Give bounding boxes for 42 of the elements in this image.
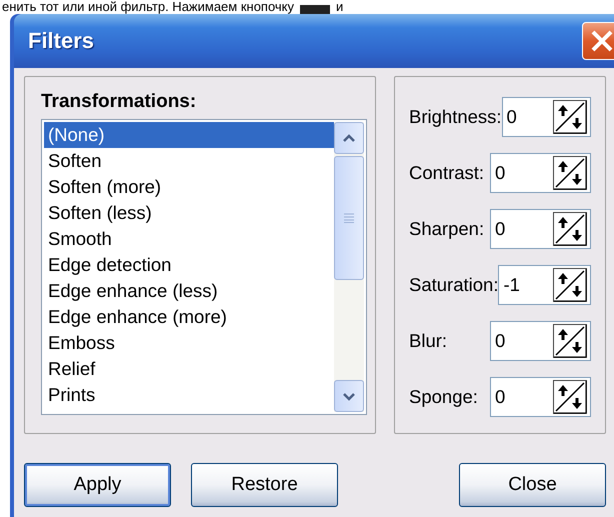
dialog-button[interactable]: Restore: [191, 463, 338, 507]
spin-field[interactable]: 0: [490, 209, 591, 249]
page-text: и: [336, 0, 344, 14]
scroll-thumb[interactable]: [334, 156, 364, 280]
list-label: Transformations:: [41, 91, 196, 113]
scrollbar[interactable]: [334, 122, 364, 412]
list-item[interactable]: Soften (less): [44, 200, 334, 226]
list-item[interactable]: Emboss: [44, 330, 334, 356]
spin-arrows-icon[interactable]: [553, 380, 587, 414]
spin-field[interactable]: -1: [498, 265, 591, 305]
field-label: Sharpen:: [409, 218, 484, 240]
list-item[interactable]: Soften (more): [44, 174, 334, 200]
list-item[interactable]: Edge enhance (less): [44, 278, 334, 304]
field-label: Brightness:: [409, 106, 502, 128]
spin-arrows-icon[interactable]: [553, 324, 587, 358]
transformations-list[interactable]: (None) Soften Soften (more) Soften (less) Smooth Edge detection Edge enhance (less) Edge enhance (more) Emboss Relief Prints: [41, 119, 367, 415]
page-text: енить тот или иной фильтр. Нажимаем кнопочку: [2, 0, 294, 14]
field-label: Sponge:: [409, 386, 478, 408]
dialog-button[interactable]: Apply: [24, 463, 171, 507]
list-item[interactable]: Soften: [44, 148, 334, 174]
list-item[interactable]: Edge detection: [44, 252, 334, 278]
field-label: Blur:: [409, 330, 448, 352]
field-label: Saturation:: [409, 274, 498, 296]
scroll-up-icon[interactable]: [334, 122, 364, 154]
list-item[interactable]: Edge enhance (more): [44, 304, 334, 330]
scroll-down-icon[interactable]: [334, 380, 364, 412]
list-item[interactable]: (None): [44, 122, 334, 148]
dialog-button[interactable]: Close: [459, 463, 606, 507]
spin-arrows-icon[interactable]: [553, 156, 587, 190]
spin-field[interactable]: 0: [502, 97, 591, 137]
spin-field[interactable]: 0: [490, 377, 591, 417]
list-item[interactable]: Smooth: [44, 226, 334, 252]
close-icon[interactable]: [582, 22, 614, 60]
spin-arrows-icon[interactable]: [553, 268, 587, 302]
field-label: Contrast:: [409, 162, 484, 184]
list-item[interactable]: Relief: [44, 356, 334, 382]
window-title: Filters: [28, 28, 94, 54]
spin-arrows-icon[interactable]: [553, 212, 587, 246]
spin-field[interactable]: 0: [490, 153, 591, 193]
spin-field[interactable]: 0: [490, 321, 591, 361]
spin-arrows-icon[interactable]: [553, 100, 587, 134]
list-item[interactable]: Prints: [44, 382, 334, 408]
